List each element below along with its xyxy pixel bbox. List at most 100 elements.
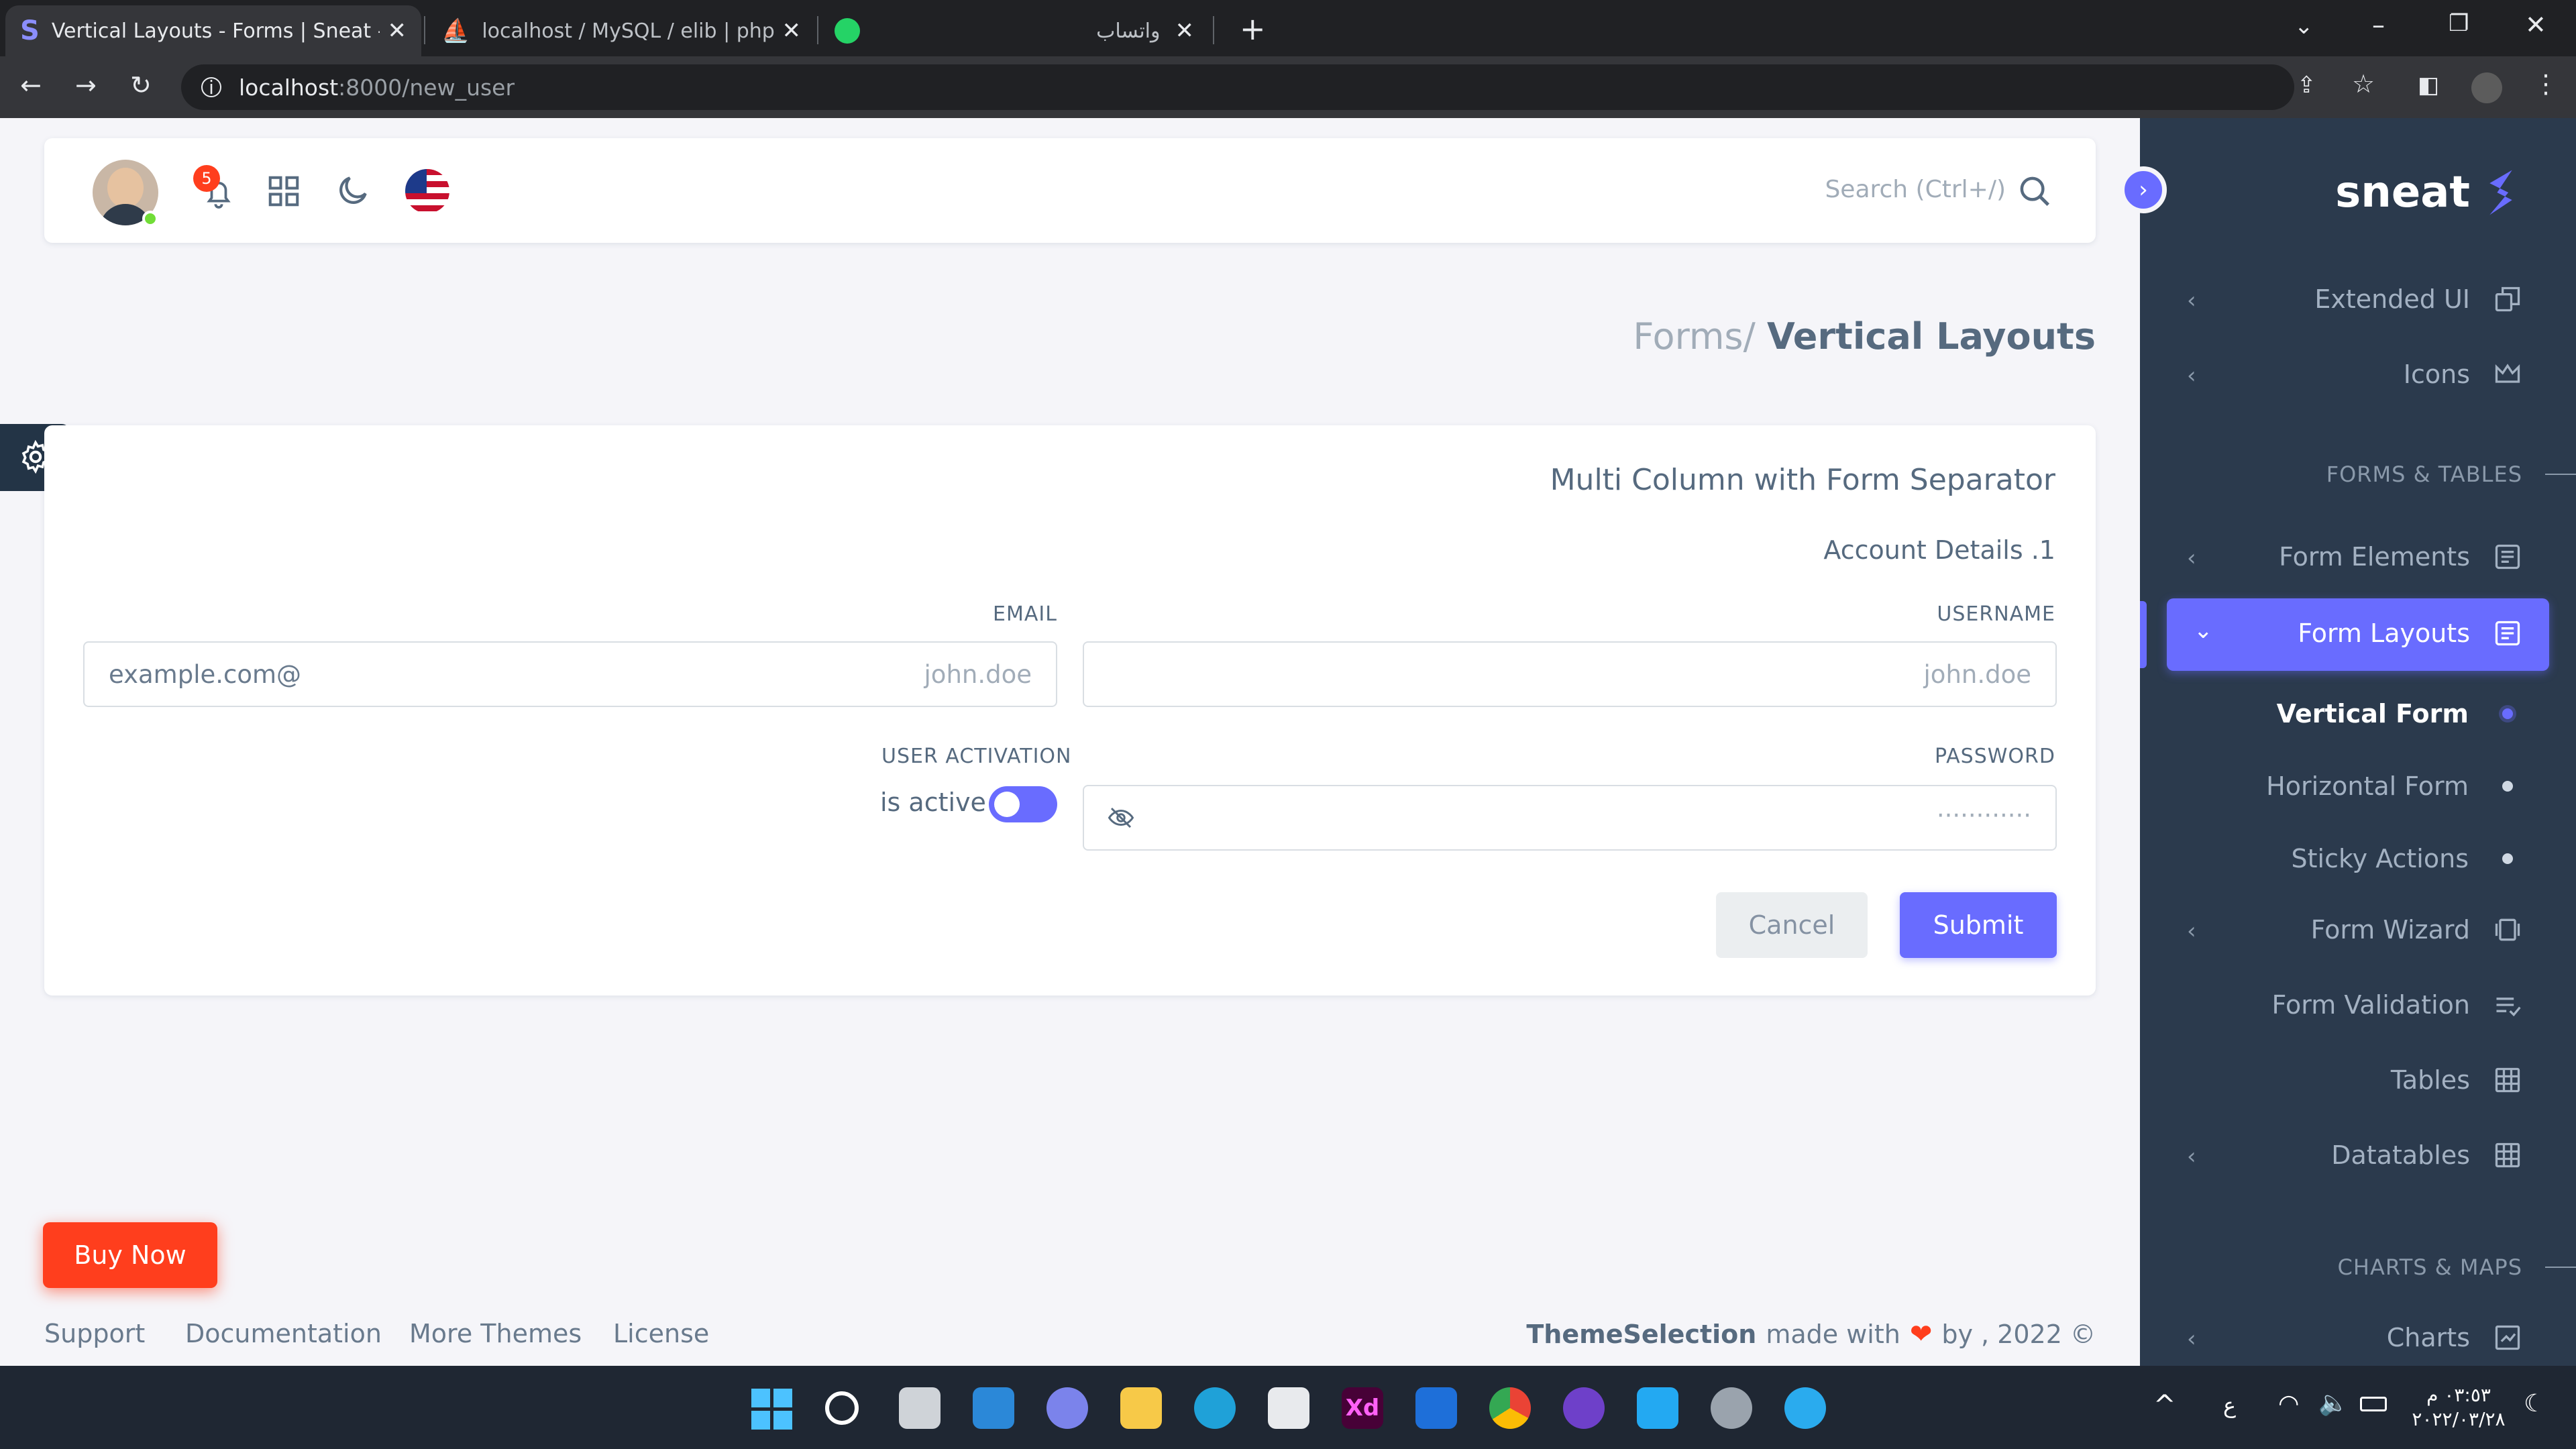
password-placeholder: ············ — [1936, 801, 2031, 830]
sidebar-item-label: Icons — [2403, 360, 2470, 389]
password-input[interactable]: ············ — [1083, 785, 2057, 851]
footer-link-documentation[interactable]: Documentation — [185, 1319, 382, 1348]
side-panel-icon[interactable]: ◧ — [2418, 74, 2439, 97]
settings-gear-icon[interactable] — [1711, 1387, 1752, 1429]
section-charts-maps: CHARTS & MAPS — [2337, 1254, 2522, 1280]
forward-icon[interactable]: → — [75, 72, 97, 98]
close-tab-icon[interactable]: ✕ — [1175, 17, 1195, 44]
sidebar-item-icons[interactable]: Icons — [2404, 360, 2522, 389]
url-field[interactable]: i localhost:8000/new_user — [181, 64, 2294, 110]
chart-icon — [2495, 1325, 2520, 1350]
chevron-left-icon: ‹ — [2187, 362, 2196, 389]
clock-date: ٢٠٢٢/٠٣/٢٨ — [2412, 1408, 2506, 1430]
form-card: Multi Column with Form Separator Account… — [44, 425, 2096, 996]
cancel-button[interactable]: Cancel — [1716, 892, 1868, 958]
file-explorer-icon[interactable] — [1120, 1387, 1162, 1429]
footer-link-more-themes[interactable]: More Themes — [409, 1319, 582, 1348]
windows-start-icon[interactable] — [750, 1387, 792, 1430]
microsoft-store-icon[interactable] — [1268, 1387, 1309, 1429]
sidebar-subitem-sticky-actions[interactable]: Sticky Actions — [2292, 844, 2523, 873]
footer-made-with: made with — [1766, 1320, 1900, 1349]
sidebar-item-tables[interactable]: Tables — [2391, 1065, 2522, 1095]
us-flag-language-icon[interactable] — [405, 169, 449, 213]
tray-overflow-chevron-icon[interactable]: ^ — [2153, 1390, 2176, 1421]
sidebar-brand[interactable]: sneat — [2335, 166, 2520, 219]
focus-moon-icon[interactable]: ☾ — [2524, 1390, 2545, 1417]
minimize-button[interactable]: – — [2372, 12, 2385, 38]
share-icon[interactable]: ⇪ — [2297, 74, 2316, 97]
chevron-left-icon: ‹ — [2187, 918, 2196, 945]
url-path: :8000/new_user — [338, 74, 515, 101]
chrome-menu-icon[interactable]: ⋮ — [2533, 71, 2559, 97]
clock-time: ٠٣:٥٣ م — [2426, 1384, 2491, 1406]
teams-chat-icon[interactable] — [1046, 1387, 1088, 1429]
site-info-icon[interactable]: i — [201, 76, 221, 99]
sidebar-item-extended-ui[interactable]: Extended UI — [2314, 284, 2522, 314]
footer-brand-link[interactable]: ThemeSelection — [1526, 1320, 1756, 1349]
sidebar-subitem-horizontal-form[interactable]: Horizontal Form — [2266, 771, 2522, 801]
laragon-icon[interactable] — [1415, 1387, 1457, 1429]
sidebar: sneat ‹ Extended UI ‹ Icons FORMS & TABL… — [2140, 118, 2576, 1366]
email-label: EMAIL — [993, 602, 1057, 626]
adobe-xd-icon[interactable]: Xd — [1342, 1387, 1383, 1429]
sidebar-item-charts[interactable]: Charts — [2387, 1323, 2522, 1352]
chevron-left-icon: ‹ — [2187, 287, 2196, 314]
page-title: Vertical Layouts — [1766, 315, 2096, 358]
widgets-icon[interactable] — [973, 1387, 1014, 1429]
sidebar-item-form-wizard[interactable]: Form Wizard — [2311, 915, 2522, 945]
search-icon[interactable] — [2017, 173, 2053, 209]
back-icon[interactable]: ← — [20, 72, 42, 98]
tab-search-icon[interactable]: ⌄ — [2294, 15, 2314, 38]
sidebar-item-datatables[interactable]: Datatables — [2331, 1140, 2522, 1170]
tab-title: واتساب — [1096, 19, 1161, 43]
activation-toggle[interactable] — [989, 786, 1057, 822]
breadcrumb-parent[interactable]: Forms/ — [1633, 315, 1755, 358]
carousel-icon — [2495, 918, 2520, 941]
footer-link-license[interactable]: License — [613, 1319, 709, 1348]
sidebar-toggle-button[interactable]: › — [2120, 166, 2167, 213]
eye-off-icon[interactable] — [1107, 804, 1135, 832]
tab-sneat[interactable]: S Vertical Layouts - Forms | Sneat - ✕ — [5, 5, 421, 56]
close-tab-icon[interactable]: ✕ — [782, 17, 802, 44]
tab-whatsapp[interactable]: واتساب ✕ — [820, 5, 1209, 56]
vscode-icon[interactable] — [1637, 1387, 1678, 1429]
wifi-icon[interactable]: ◠ — [2278, 1390, 2299, 1417]
bookmark-star-icon[interactable]: ☆ — [2352, 71, 2375, 97]
sidebar-item-form-layouts[interactable]: ⌄ Form Layouts — [2167, 598, 2549, 671]
apps-grid-icon[interactable] — [266, 173, 302, 209]
battery-icon[interactable] — [2360, 1397, 2387, 1411]
task-view-icon[interactable] — [899, 1387, 941, 1429]
close-tab-icon[interactable]: ✕ — [388, 17, 407, 44]
sidebar-subitem-vertical-form[interactable]: Vertical Form — [2277, 699, 2522, 729]
dark-mode-moon-icon[interactable] — [334, 172, 372, 209]
chevron-right-icon: › — [2139, 176, 2148, 203]
close-window-button[interactable]: ✕ — [2525, 12, 2546, 38]
url-host: localhost — [239, 74, 339, 101]
volume-icon[interactable]: 🔈 — [2318, 1389, 2349, 1417]
edge-icon[interactable] — [1194, 1387, 1236, 1429]
telegram-icon[interactable] — [1784, 1387, 1826, 1429]
restore-button[interactable]: ❐ — [2449, 12, 2469, 35]
copy-icon — [2495, 286, 2520, 312]
username-input[interactable]: john.doe — [1083, 641, 2057, 707]
tab-phpmyadmin[interactable]: ⛵ localhost / MySQL / elib | phpMy ✕ — [427, 5, 816, 56]
email-input-group[interactable]: example.com@ john.doe — [83, 641, 1057, 707]
reload-icon[interactable]: ↻ — [130, 72, 152, 98]
chrome-icon[interactable] — [1489, 1387, 1531, 1429]
github-desktop-icon[interactable] — [1563, 1387, 1605, 1429]
clock[interactable]: ٠٣:٥٣ م ٢٠٢٢/٠٣/٢٨ — [2408, 1383, 2509, 1432]
search-placeholder[interactable]: Search (Ctrl+/) — [1825, 176, 2006, 203]
sidebar-item-form-elements[interactable]: Form Elements — [2279, 542, 2522, 572]
buy-now-button[interactable]: Buy Now — [43, 1222, 217, 1288]
online-status-dot — [142, 211, 158, 227]
input-language[interactable]: ع — [2223, 1393, 2236, 1418]
sidebar-item-form-validation[interactable]: Form Validation — [2272, 990, 2522, 1020]
notifications-button[interactable]: 5 — [193, 165, 240, 215]
new-tab-button[interactable]: + — [1240, 13, 1266, 44]
footer-link-support[interactable]: Support — [44, 1319, 145, 1348]
search-icon[interactable] — [825, 1391, 859, 1425]
profile-avatar[interactable] — [2471, 72, 2502, 103]
submit-button[interactable]: Submit — [1900, 892, 2057, 958]
email-suffix: example.com@ — [109, 660, 302, 689]
sidebar-item-label: Form Elements — [2279, 542, 2470, 572]
